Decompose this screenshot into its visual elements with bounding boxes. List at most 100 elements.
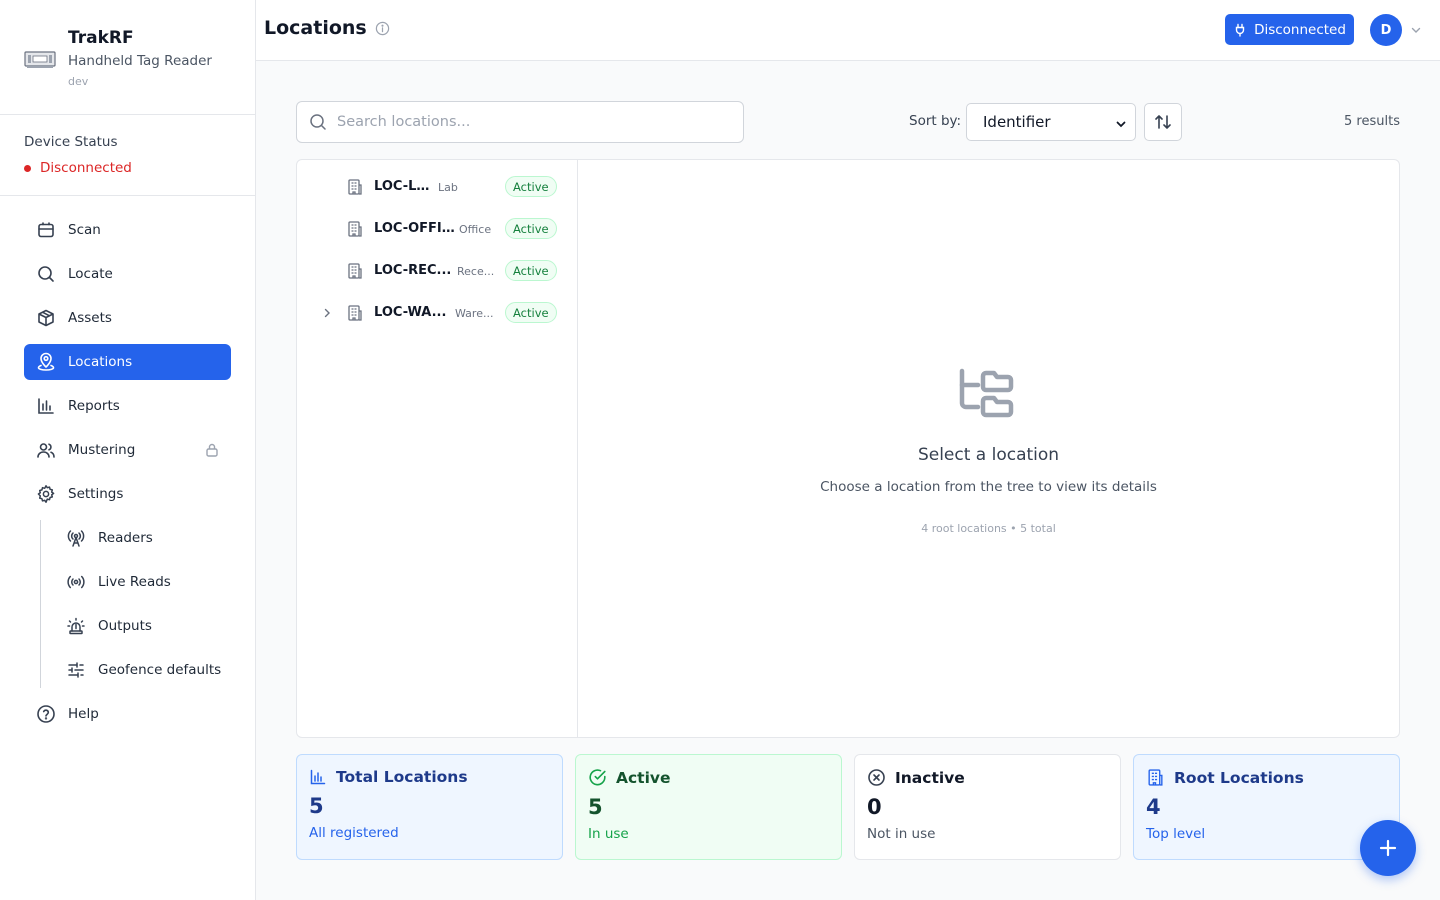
plug-icon (1235, 23, 1245, 37)
app-name: TrakRF (68, 28, 134, 48)
sort-direction-button[interactable] (1144, 103, 1182, 141)
radio-icon (66, 572, 86, 592)
app-subtitle: Handheld Tag Reader (68, 53, 212, 69)
connect-button[interactable]: Disconnected (1225, 14, 1354, 45)
tree-row-code: LOC-REC... (374, 263, 452, 278)
tree-row-code: LOC-OFFICE (374, 221, 456, 236)
connect-button-label: Disconnected (1254, 21, 1346, 38)
empty-state-meta: 4 root locations • 5 total (921, 522, 1056, 535)
sidebar-item-label: Scan (68, 222, 101, 238)
building-icon (348, 221, 362, 237)
sidebar-item-label: Help (68, 706, 99, 722)
detail-empty-state: Select a location Choose a location from… (578, 160, 1399, 737)
sidebar-item-label: Reports (68, 398, 120, 414)
sidebar-item-assets[interactable]: Assets (24, 300, 231, 336)
check-circle-icon (589, 769, 606, 786)
search-input[interactable] (337, 114, 717, 130)
siren-icon (66, 616, 86, 636)
status-badge: Active (505, 302, 557, 323)
tree-row[interactable]: LOC-REC... Rece... Active (297, 254, 577, 288)
sidebar-item-outputs[interactable]: Outputs (54, 608, 231, 644)
folder-tree-icon (959, 368, 1014, 418)
stat-card-value: 5 (588, 795, 603, 819)
stat-card-value: 5 (309, 794, 324, 818)
device-status: Device Status Disconnected (0, 115, 255, 196)
x-circle-icon (868, 769, 885, 786)
sidebar-item-label: Geofence defaults (98, 662, 222, 678)
lock-icon (206, 443, 218, 457)
sidebar-item-geofence-defaults[interactable]: Geofence defaults (54, 652, 231, 688)
sidebar-item-locations[interactable]: Locations (24, 344, 231, 380)
sort-arrows-icon (1155, 115, 1171, 129)
sort-label: Sort by: (909, 113, 962, 129)
sidebar-item-mustering[interactable]: Mustering (24, 432, 231, 468)
info-icon[interactable] (375, 21, 390, 36)
tree-row-type: Lab (438, 181, 458, 194)
sidebar-item-readers[interactable]: Readers (54, 520, 231, 556)
main-nav: Scan Locate Assets Locations Reports Mus… (24, 212, 231, 740)
sidebar-item-live-reads[interactable]: Live Reads (54, 564, 231, 600)
sidebar-item-reports[interactable]: Reports (24, 388, 231, 424)
bar-chart-icon (36, 396, 56, 416)
locations-panel: LOC-LAB Lab Active LOC-OFFICE Office Act… (296, 159, 1400, 738)
tree-row[interactable]: LOC-WA... Ware... Active (297, 296, 577, 330)
stat-card-inactive: Inactive 0 Not in use (854, 754, 1121, 860)
tree-row[interactable]: LOC-LAB Lab Active (297, 170, 577, 204)
help-circle-icon (36, 704, 56, 724)
gear-icon (36, 484, 56, 504)
stat-card-subtitle: Top level (1146, 826, 1206, 842)
stat-card-subtitle: All registered (309, 825, 399, 841)
sidebar-item-label: Locate (68, 266, 113, 282)
sidebar-item-label: Settings (68, 486, 124, 502)
sort-select-value: Identifier (983, 113, 1051, 131)
sidebar-item-locate[interactable]: Locate (24, 256, 231, 292)
plus-icon (1379, 839, 1397, 857)
sidebar-item-label: Outputs (98, 618, 152, 634)
page-title: Locations (264, 17, 390, 39)
status-dot-icon (24, 164, 31, 172)
sidebar-item-label: Assets (68, 310, 112, 326)
tree-row-type: Ware... (455, 307, 494, 320)
status-badge: Active (505, 218, 557, 239)
tree-row[interactable]: LOC-OFFICE Office Active (297, 212, 577, 246)
sidebar-item-label: Locations (68, 354, 133, 370)
avatar[interactable]: D (1370, 14, 1402, 46)
stat-card-title: Inactive (895, 768, 965, 787)
stat-card-total: Total Locations 5 All registered (296, 754, 563, 860)
brand: TrakRF Handheld Tag Reader dev (0, 0, 255, 115)
box-icon (36, 308, 56, 328)
sidebar-item-label: Readers (98, 530, 153, 546)
status-badge: Active (505, 176, 557, 197)
settings-subnav: Readers Live Reads Outputs Geofence defa… (40, 520, 231, 688)
sidebar: TrakRF Handheld Tag Reader dev Device St… (0, 0, 256, 900)
sidebar-item-label: Live Reads (98, 574, 171, 590)
stat-card-active: Active 5 In use (575, 754, 842, 860)
sidebar-item-scan[interactable]: Scan (24, 212, 231, 248)
results-count: 5 results (1344, 114, 1400, 129)
sidebar-item-settings[interactable]: Settings (24, 476, 231, 512)
users-icon (36, 440, 56, 460)
status-badge: Active (505, 260, 557, 281)
tree-row-type: Rece... (457, 265, 495, 278)
empty-state-title: Select a location (917, 445, 1060, 465)
tree-row-type: Office (459, 223, 492, 236)
building-icon (348, 179, 362, 195)
page-title-text: Locations (264, 17, 367, 39)
chevron-down-icon (1116, 121, 1126, 128)
device-status-label: Device Status (24, 134, 118, 150)
add-location-button[interactable] (1360, 820, 1416, 876)
sidebar-item-help[interactable]: Help (24, 696, 231, 732)
sort-select[interactable]: Identifier (966, 103, 1136, 141)
empty-state-description: Choose a location from the tree to view … (820, 479, 1157, 495)
search-box (296, 101, 744, 143)
stat-card-subtitle: In use (588, 826, 629, 842)
search-icon (310, 114, 326, 130)
stat-card-title: Root Locations (1174, 768, 1304, 787)
chevron-right-icon[interactable] (321, 307, 333, 319)
stat-card-title: Total Locations (336, 768, 468, 786)
device-status-value: Disconnected (24, 160, 255, 176)
search-icon (36, 264, 56, 284)
chevron-down-icon[interactable] (1410, 24, 1422, 36)
building-icon (348, 263, 362, 279)
location-tree: LOC-LAB Lab Active LOC-OFFICE Office Act… (297, 160, 578, 737)
